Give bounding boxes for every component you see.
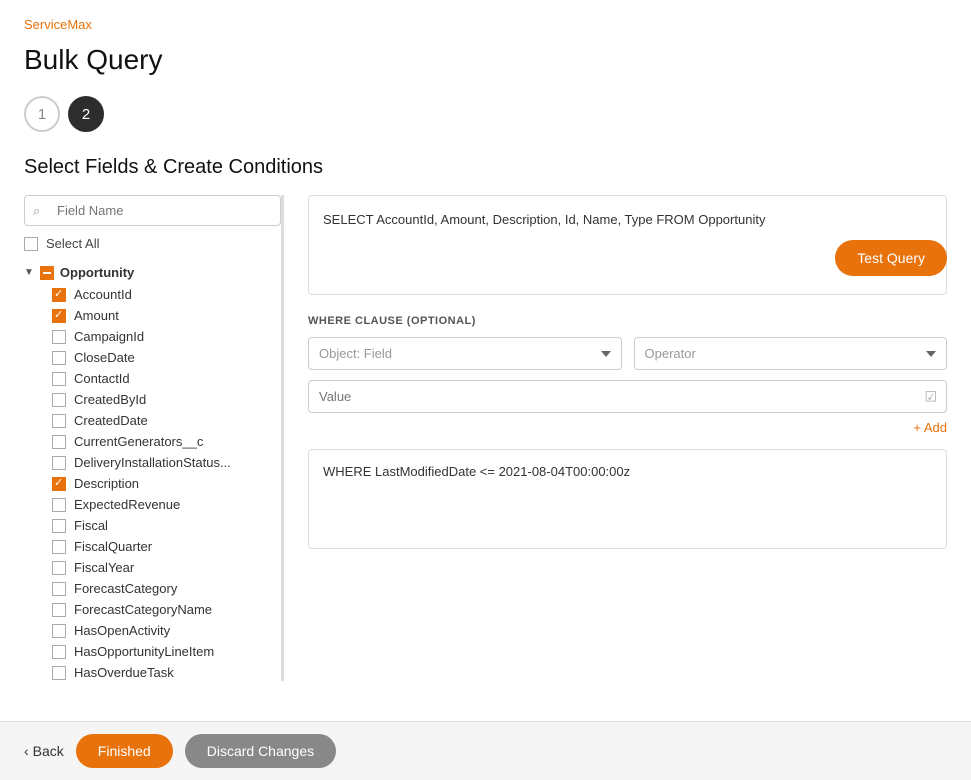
field-checkbox[interactable]	[52, 414, 66, 428]
list-item: HasOpenActivity	[24, 620, 281, 641]
field-name: AccountId	[74, 287, 132, 302]
object-field-select[interactable]: Object: Field	[308, 337, 622, 370]
list-item: CurrentGenerators__c	[24, 431, 281, 452]
value-input[interactable]	[308, 380, 947, 413]
list-item: CampaignId	[24, 326, 281, 347]
back-link[interactable]: ‹ Back	[24, 743, 64, 759]
field-name: ExpectedRevenue	[74, 497, 180, 512]
list-item: AccountId	[24, 284, 281, 305]
field-checkbox[interactable]	[52, 393, 66, 407]
section-title: Select Fields & Create Conditions	[24, 156, 947, 179]
breadcrumb-link[interactable]: ServiceMax	[24, 17, 92, 32]
field-checkbox[interactable]	[52, 561, 66, 575]
page-title: Bulk Query	[24, 44, 947, 76]
field-name: FiscalYear	[74, 560, 134, 575]
add-link[interactable]: + Add	[913, 420, 947, 435]
search-input[interactable]	[24, 195, 281, 226]
field-name: CloseDate	[74, 350, 135, 365]
field-name: FiscalQuarter	[74, 539, 152, 554]
step-1: 1	[24, 96, 60, 132]
list-item: CreatedDate	[24, 410, 281, 431]
select-all-label: Select All	[46, 236, 99, 251]
object-checkbox[interactable]	[40, 266, 54, 280]
list-item: ForecastCategory	[24, 578, 281, 599]
finished-button[interactable]: Finished	[76, 734, 173, 768]
field-name: Amount	[74, 308, 119, 323]
discard-button[interactable]: Discard Changes	[185, 734, 336, 768]
field-checkbox[interactable]	[52, 330, 66, 344]
list-item: FiscalYear	[24, 557, 281, 578]
field-name: ForecastCategoryName	[74, 602, 212, 617]
list-item: HasOverdueTask	[24, 662, 281, 681]
select-all-checkbox[interactable]	[24, 237, 38, 251]
field-checkbox[interactable]	[52, 582, 66, 596]
left-panel: ⌕ Select All ▼ Opportunity AccountId Amou…	[24, 195, 282, 681]
field-name: Fiscal	[74, 518, 108, 533]
value-row: ☑	[308, 380, 947, 413]
field-checkbox[interactable]	[52, 372, 66, 386]
chevron-down-icon[interactable]: ▼	[24, 267, 34, 278]
test-query-button[interactable]: Test Query	[835, 240, 947, 276]
field-name: ContactId	[74, 371, 130, 386]
list-item: Description	[24, 473, 281, 494]
where-result-display: WHERE LastModifiedDate <= 2021-08-04T00:…	[308, 449, 947, 549]
field-name: CurrentGenerators__c	[74, 434, 203, 449]
footer: ‹ Back Finished Discard Changes	[0, 721, 971, 780]
search-container: ⌕	[24, 195, 281, 226]
search-icon: ⌕	[33, 203, 40, 219]
list-item: ExpectedRevenue	[24, 494, 281, 515]
list-item: ContactId	[24, 368, 281, 389]
field-checkbox[interactable]	[52, 519, 66, 533]
field-name: HasOverdueTask	[74, 665, 174, 680]
list-item: DeliveryInstallationStatus...	[24, 452, 281, 473]
list-item: Amount	[24, 305, 281, 326]
list-item: CloseDate	[24, 347, 281, 368]
field-checkbox[interactable]	[52, 351, 66, 365]
add-row: + Add	[308, 419, 947, 435]
field-checkbox[interactable]	[52, 645, 66, 659]
field-checkbox[interactable]	[52, 435, 66, 449]
field-name: CreatedDate	[74, 413, 148, 428]
back-chevron-icon: ‹	[24, 743, 29, 759]
list-item: HasOpportunityLineItem	[24, 641, 281, 662]
field-checkbox[interactable]	[52, 309, 66, 323]
operator-select[interactable]: Operator	[634, 337, 948, 370]
field-name: CampaignId	[74, 329, 144, 344]
where-row: Object: Field Operator	[308, 337, 947, 370]
field-name: HasOpenActivity	[74, 623, 170, 638]
field-checkbox[interactable]	[52, 477, 66, 491]
field-checkbox[interactable]	[52, 624, 66, 638]
steps-container: 1 2	[24, 96, 947, 132]
field-checkbox[interactable]	[52, 603, 66, 617]
fields-list: ▼ Opportunity AccountId Amount CampaignId C…	[24, 261, 281, 681]
list-item: CreatedById	[24, 389, 281, 410]
field-name: Description	[74, 476, 139, 491]
field-name: ForecastCategory	[74, 581, 177, 596]
field-name: CreatedById	[74, 392, 146, 407]
field-checkbox[interactable]	[52, 456, 66, 470]
back-label: Back	[33, 743, 64, 759]
where-clause-label: WHERE CLAUSE (OPTIONAL)	[308, 315, 947, 327]
field-name: HasOpportunityLineItem	[74, 644, 214, 659]
value-icon: ☑	[924, 388, 937, 405]
list-item: Fiscal	[24, 515, 281, 536]
fields-container: AccountId Amount CampaignId CloseDate Contac…	[24, 284, 281, 681]
field-checkbox[interactable]	[52, 288, 66, 302]
select-all-row: Select All	[24, 236, 281, 251]
field-checkbox[interactable]	[52, 540, 66, 554]
list-item: ForecastCategoryName	[24, 599, 281, 620]
field-name: DeliveryInstallationStatus...	[74, 455, 231, 470]
object-row: ▼ Opportunity	[24, 261, 281, 284]
field-checkbox[interactable]	[52, 498, 66, 512]
step-2: 2	[68, 96, 104, 132]
list-item: FiscalQuarter	[24, 536, 281, 557]
object-name: Opportunity	[60, 265, 134, 280]
field-checkbox[interactable]	[52, 666, 66, 680]
